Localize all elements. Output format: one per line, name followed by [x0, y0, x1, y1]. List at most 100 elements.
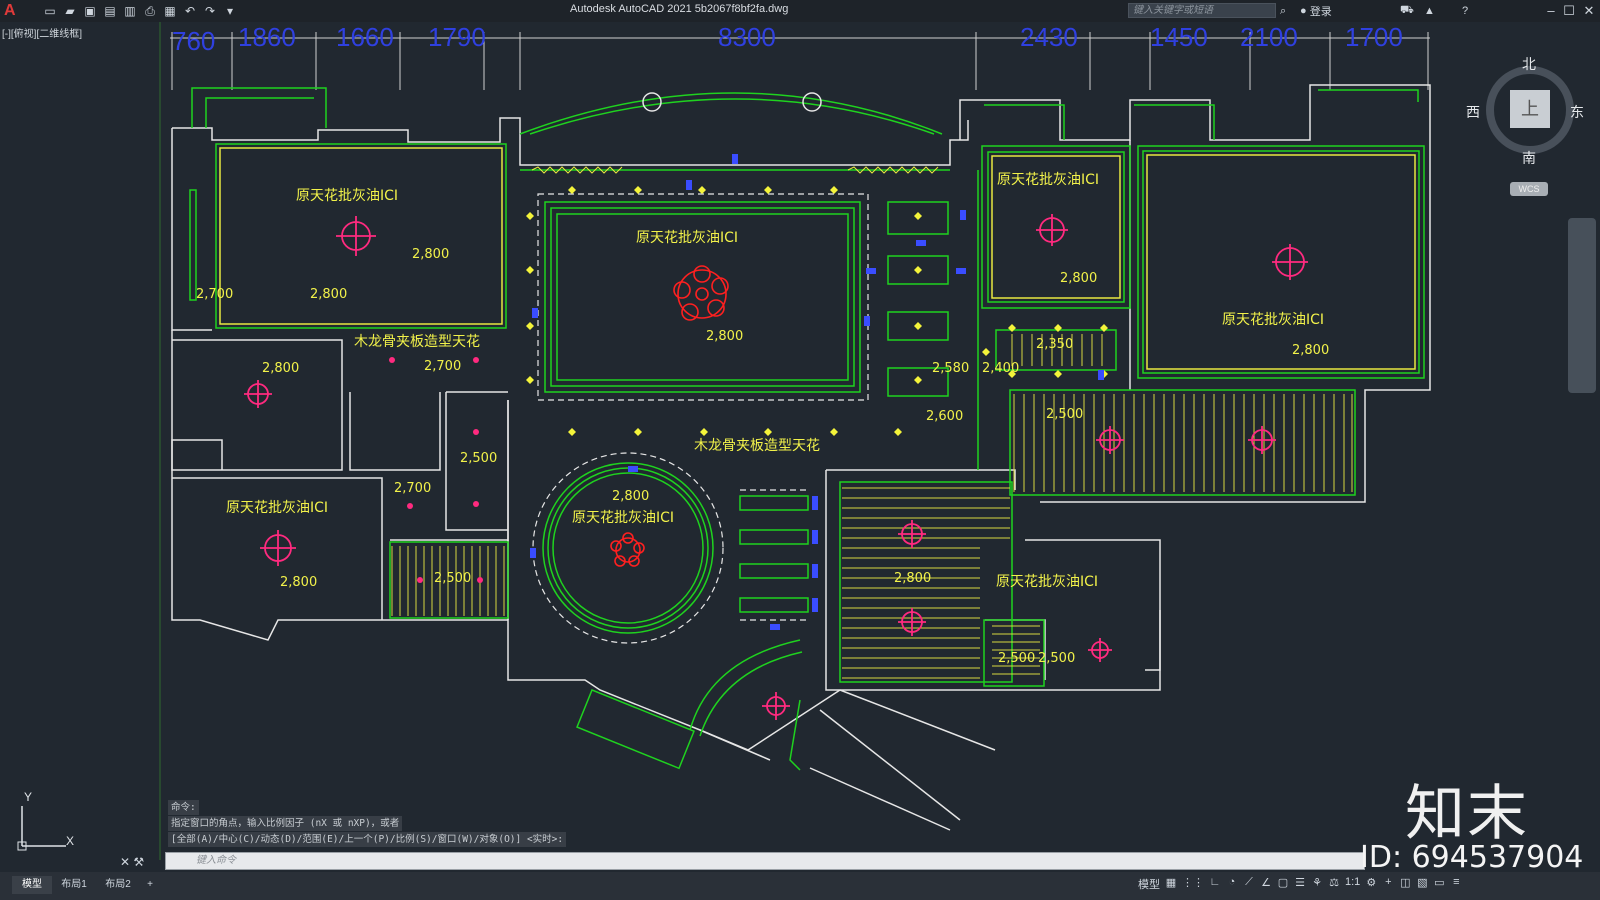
label-ceiling-g: 原天花批灰油ICI [996, 574, 1098, 590]
annotation-scale-icon[interactable]: ⚖ [1328, 876, 1340, 892]
model-space-button[interactable]: 模型 [1138, 876, 1160, 892]
lineweight-icon[interactable]: ☰ [1294, 876, 1306, 892]
search-input[interactable]: 键入关键字或短语 [1128, 3, 1276, 18]
viewcube[interactable]: 北 南 西 东 上 [1466, 56, 1586, 170]
grid-icon[interactable]: ▦ [1165, 876, 1177, 892]
viewcube-south[interactable]: 南 [1522, 148, 1536, 168]
elevation-12: 2,800 [1060, 271, 1097, 286]
drawing-canvas[interactable]: 760 1860 1660 1790 8300 2430 1450 2100 1… [0, 22, 1600, 872]
ucs-y-label: Y [24, 790, 33, 804]
user-icon: ● [1300, 5, 1307, 17]
elevation-20: 2,500 [998, 651, 1035, 666]
annotation-visibility-icon[interactable]: ⚘ [1311, 876, 1323, 892]
minimize-icon[interactable]: – [1542, 2, 1560, 20]
dim-top-4: 1790 [428, 22, 486, 52]
label-ceiling-e: 原天花批灰油ICI [226, 500, 328, 516]
autocad-logo-icon[interactable]: A [4, 2, 22, 20]
elevation-9: 2,800 [612, 489, 649, 504]
new-file-icon[interactable]: ▭ [42, 4, 58, 18]
elevation-18: 2,500 [1046, 407, 1083, 422]
object-snap-icon[interactable]: ▢ [1277, 876, 1289, 892]
elevation-7: 2,500 [460, 451, 497, 466]
quick-access-toolbar: ▭ ▰ ▣ ▤ ▥ ⎙ ▦ ↶ ↷ ▾ [42, 4, 238, 19]
hardware-acceleration-icon[interactable]: ▧ [1416, 876, 1428, 892]
elevation-11: 2,800 [280, 575, 317, 590]
command-history: 命令: 指定窗口的角点，输入比例因子 (nX 或 nXP)，或者 [全部(A)/… [168, 800, 567, 848]
annotation-scale-value[interactable]: 1:1 [1345, 876, 1360, 892]
dim-top-9: 1700 [1345, 22, 1403, 52]
dim-top-1: 760 [172, 26, 215, 56]
cart-icon[interactable]: ⛟ [1400, 2, 1414, 20]
customization-menu-icon[interactable]: ≡ [1450, 876, 1462, 892]
tab-model[interactable]: 模型 [12, 876, 52, 894]
plus-icon[interactable]: + [1382, 876, 1394, 892]
isolate-objects-icon[interactable]: ◫ [1399, 876, 1411, 892]
label-ceiling-d: 原天花批灰油ICI [1222, 312, 1324, 328]
elevation-14: 2,400 [982, 361, 1019, 376]
wcs-menu[interactable]: WCS [1510, 182, 1548, 196]
tab-add-layout[interactable]: + [142, 876, 158, 894]
label-ceiling-f: 原天花批灰油ICI [572, 510, 674, 526]
workspace-gear-icon[interactable]: ⚙ [1365, 876, 1377, 892]
navigation-bar[interactable] [1568, 218, 1596, 393]
viewcube-east[interactable]: 东 [1570, 102, 1584, 122]
publish-icon[interactable]: ▥ [122, 4, 138, 18]
window-title: Autodesk AutoCAD 2021 5b2067f8bf2fa.dwg [570, 3, 789, 15]
command-history-line: [全部(A)/中心(C)/动态(D)/范围(E)/上一个(P)/比例(S)/窗口… [168, 832, 567, 847]
ortho-icon[interactable]: ∟ [1209, 876, 1221, 892]
label-ceiling-a: 原天花批灰油ICI [296, 188, 398, 204]
autodesk-a360-icon[interactable]: ▲ [1424, 2, 1435, 20]
elevation-21: 2,500 [1038, 651, 1075, 666]
tab-layout2[interactable]: 布局2 [98, 876, 138, 894]
elevation-2: 2,700 [196, 287, 233, 302]
print-icon[interactable]: ▦ [162, 4, 178, 18]
clean-screen-icon[interactable]: ▭ [1433, 876, 1445, 892]
label-ceiling-c: 原天花批灰油ICI [997, 172, 1099, 188]
label-wood-ceiling-a: 木龙骨夹板造型天花 [354, 334, 480, 350]
qat-dropdown-icon[interactable]: ▾ [222, 4, 238, 18]
viewcube-north[interactable]: 北 [1522, 54, 1536, 74]
open-file-icon[interactable]: ▰ [62, 4, 78, 18]
title-bar: A ▭ ▰ ▣ ▤ ▥ ⎙ ▦ ↶ ↷ ▾ Autodesk AutoCAD 2… [0, 0, 1600, 22]
elevation-19: 2,800 [894, 571, 931, 586]
sign-in-button[interactable]: ● 登录 [1300, 2, 1332, 20]
maximize-icon[interactable]: ☐ [1560, 2, 1578, 20]
redo-icon[interactable]: ↷ [202, 4, 218, 18]
elevation-6: 2,800 [706, 329, 743, 344]
polar-tracking-icon[interactable]: ◔ [1226, 876, 1238, 892]
viewcube-top-face[interactable]: 上 [1510, 90, 1550, 128]
snap-icon[interactable]: ⋮⋮ [1182, 876, 1204, 892]
save-icon[interactable]: ▣ [82, 4, 98, 18]
elevation-5: 2,700 [424, 359, 461, 374]
dim-top-7: 1450 [1150, 22, 1208, 52]
search-icon[interactable]: ⌕ [1280, 2, 1286, 20]
undo-icon[interactable]: ↶ [182, 4, 198, 18]
object-snap-tracking-icon[interactable]: ∠ [1260, 876, 1272, 892]
command-line-close-icon[interactable]: ✕ ⚒ [120, 855, 144, 869]
save-as-icon[interactable]: ▤ [102, 4, 118, 18]
isodraft-icon[interactable]: ⟋ [1243, 876, 1255, 892]
help-icon[interactable]: ? [1462, 2, 1468, 20]
dim-top-8: 2100 [1240, 22, 1298, 52]
watermark-id: ID: 694537904 [1360, 840, 1584, 875]
ucs-x-label: X [66, 834, 75, 848]
command-input[interactable]: 键入命令 [165, 852, 1365, 870]
dim-top-3: 1660 [336, 22, 394, 52]
elevation-3: 2,800 [310, 287, 347, 302]
elevation-8: 2,700 [394, 481, 431, 496]
watermark-logo: 知末 [1405, 779, 1529, 849]
elevation-10: 2,500 [434, 571, 471, 586]
dim-top-2: 1860 [238, 22, 296, 52]
command-history-line: 命令: [168, 800, 199, 815]
label-ceiling-b: 原天花批灰油ICI [636, 230, 738, 246]
dim-top-6: 2430 [1020, 22, 1078, 52]
login-label: 登录 [1309, 6, 1332, 18]
elevation-15: 2,600 [926, 409, 963, 424]
close-icon[interactable]: ✕ [1580, 2, 1598, 20]
elevation-17: 2,800 [1292, 343, 1329, 358]
elevation-16: 2,350 [1036, 337, 1073, 352]
elevation-13: 2,580 [932, 361, 969, 376]
plot-icon[interactable]: ⎙ [142, 4, 158, 18]
tab-layout1[interactable]: 布局1 [54, 876, 94, 894]
viewcube-west[interactable]: 西 [1466, 102, 1480, 122]
